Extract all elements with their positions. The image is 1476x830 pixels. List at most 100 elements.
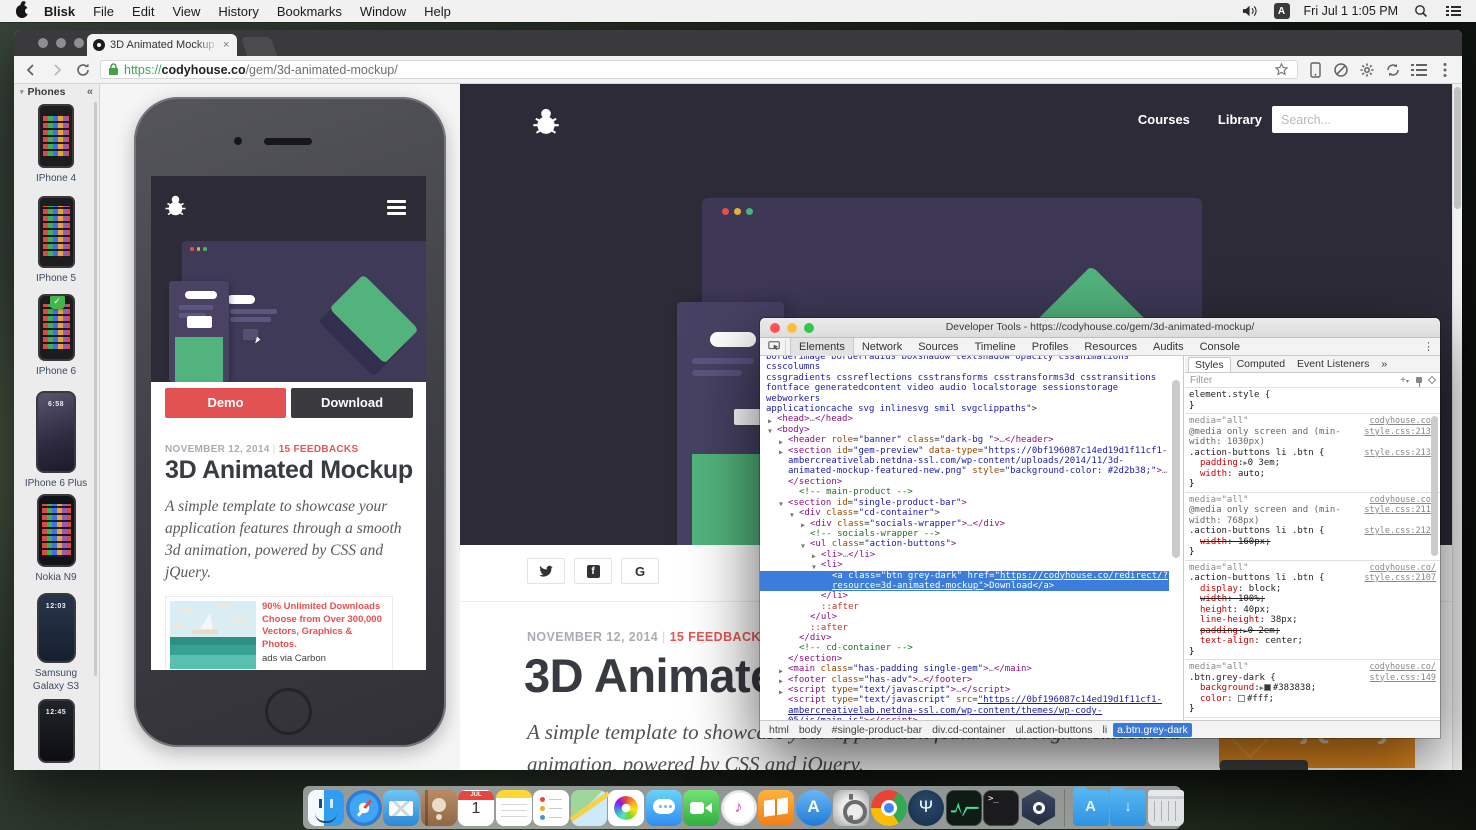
styles-filter-input[interactable]: Filter <box>1190 375 1212 386</box>
mobile-logo-bug-icon[interactable] <box>163 195 188 217</box>
device-toolbar-icon[interactable] <box>1306 61 1324 79</box>
new-tab-button[interactable] <box>241 37 277 56</box>
dock-icon-reminders[interactable] <box>533 790 569 826</box>
notification-center-icon[interactable] <box>1444 2 1462 20</box>
css-declaration[interactable]: line-height: 38px; <box>1189 615 1436 626</box>
css-declaration[interactable]: width: auto; <box>1189 469 1436 480</box>
devtools-tab-elements[interactable]: Elements <box>790 338 854 356</box>
styles-tab-styles[interactable]: Styles <box>1188 357 1231 372</box>
dock-icon-folder-downloads[interactable]: ↓ <box>1110 790 1146 826</box>
dom-line[interactable]: ▼<li> <box>760 560 1169 570</box>
devtools-tab-resources[interactable]: Resources <box>1076 338 1145 356</box>
breadcrumb-item[interactable]: html <box>765 723 793 737</box>
device-iphone-5[interactable]: IPhone 5 <box>14 196 98 285</box>
device-phone[interactable]: 12:45 <box>14 699 98 767</box>
menubar-item-help[interactable]: Help <box>424 4 451 19</box>
stylesheet-link[interactable]: style.css:2135 <box>1364 448 1436 459</box>
minimize-window-button[interactable] <box>56 38 66 48</box>
dom-line[interactable]: ▼<ul class="action-buttons"> <box>760 539 1169 549</box>
browser-tab[interactable]: 3D Animated Mockup in CS × <box>87 34 237 56</box>
back-button[interactable] <box>22 61 40 79</box>
dock-icon-blisk[interactable] <box>1021 790 1057 826</box>
devtools-tab-console[interactable]: Console <box>1192 338 1248 356</box>
tab-close-icon[interactable]: × <box>223 39 229 51</box>
dom-line[interactable]: ▼<body> <box>760 425 1169 435</box>
breadcrumb-item[interactable]: li <box>1099 723 1112 737</box>
devtools-tab-sources[interactable]: Sources <box>910 338 966 356</box>
dock-icon-chrome[interactable] <box>871 790 907 826</box>
device-thumbnail[interactable] <box>38 104 74 168</box>
css-declaration[interactable]: padding:▶0 2em; <box>1189 626 1436 637</box>
dom-line[interactable]: ▼<div class="cd-container"> <box>760 508 1169 518</box>
menubar-item-window[interactable]: Window <box>360 4 406 19</box>
dom-line[interactable]: <script type="text/javascript" src="http… <box>760 695 1169 720</box>
device-samsung-galaxy-s3[interactable]: 12:03Samsung Galaxy S3 <box>14 593 98 693</box>
stylesheet-link[interactable]: codyhouse.co/ <box>1369 495 1436 506</box>
devtools-tab-audits[interactable]: Audits <box>1145 338 1192 356</box>
dom-line[interactable]: ::after <box>760 623 1169 633</box>
list-numbered-icon[interactable] <box>1410 61 1428 79</box>
stylesheet-link[interactable]: style.css:2127 <box>1364 526 1436 537</box>
dock-icon-appstore[interactable]: A <box>796 790 832 826</box>
device-thumbnail[interactable] <box>38 196 75 268</box>
site-nav-library[interactable]: Library <box>1218 112 1262 127</box>
menubar-item-history[interactable]: History <box>218 4 258 19</box>
dock-icon-photos[interactable] <box>608 790 644 826</box>
disclosure-arrow[interactable]: ▶ <box>779 447 783 457</box>
ad-attribution[interactable]: ads via Carbon <box>262 653 390 666</box>
device-iphone-4[interactable]: IPhone 4 <box>14 104 98 185</box>
device-thumbnail[interactable] <box>37 494 76 567</box>
window-controls[interactable] <box>38 38 84 48</box>
dom-line[interactable]: ▶<footer class="has-adv">…</footer> <box>760 675 1169 685</box>
dock-icon-system-preferences[interactable] <box>833 790 869 826</box>
dom-line[interactable]: ▶<main class="has-padding single-gem">…<… <box>760 664 1169 674</box>
dock-icon-ibooks[interactable] <box>758 790 794 826</box>
dock-icon-messages[interactable] <box>646 790 682 826</box>
dom-line[interactable]: borderimage borderradius boxshadow texts… <box>760 356 1169 373</box>
dom-line[interactable]: <a class="btn grey-dark" href="https://c… <box>760 571 1169 592</box>
mobile-carbon-ad[interactable]: 90% Unlimited DownloadsChoose from Over … <box>165 596 393 670</box>
styles-tab-computed[interactable]: Computed <box>1231 357 1291 371</box>
dom-line[interactable]: <!-- main-product --> <box>760 487 1169 497</box>
color-swatch[interactable] <box>1238 695 1245 702</box>
dom-line[interactable]: <!-- socials-wrapper --> <box>760 529 1169 539</box>
css-declaration[interactable]: width: 160px; <box>1189 537 1436 548</box>
mobile-feedbacks-link[interactable]: 15 FEEDBACKS <box>279 444 359 455</box>
volume-icon[interactable] <box>1242 2 1260 20</box>
breadcrumb-item[interactable]: div.cd-container <box>928 723 1009 737</box>
social-facebook-button[interactable]: f <box>574 558 612 584</box>
menubar-item-view[interactable]: View <box>172 4 200 19</box>
dom-line[interactable]: ▶<li>…</li> <box>760 550 1169 560</box>
phones-collapse-icon[interactable]: « <box>87 86 93 98</box>
site-search-input[interactable] <box>1272 106 1408 133</box>
css-rule[interactable]: codyhouse.co/media="all"style.css:2115@m… <box>1185 493 1440 561</box>
dock-icon-facetime[interactable] <box>683 790 719 826</box>
dock-icon-maps[interactable] <box>571 790 607 826</box>
color-swatch[interactable] <box>1264 684 1271 691</box>
dock-icon-terminal[interactable]: >_ <box>983 790 1019 826</box>
stylesheet-link[interactable]: codyhouse.co/ <box>1369 416 1436 427</box>
stylesheet-link[interactable]: codyhouse.co/ <box>1369 662 1436 673</box>
dom-line[interactable]: </li> <box>760 591 1169 601</box>
device-nokia-n9[interactable]: Nokia N9 <box>14 494 98 584</box>
css-declaration[interactable]: background:▶#383838; <box>1189 683 1436 694</box>
stylesheet-link[interactable]: style.css:2107 <box>1364 573 1436 584</box>
dock-icon-contacts[interactable] <box>421 790 457 826</box>
dom-line[interactable]: ▼<section id="single-product-bar"> <box>760 498 1169 508</box>
device-thumbnail[interactable]: 6:58 <box>36 391 76 473</box>
site-logo-bug-icon[interactable] <box>530 108 562 136</box>
css-declaration[interactable]: text-align: center; <box>1189 636 1436 647</box>
dom-line[interactable]: ▶<head>…</head> <box>760 414 1169 424</box>
inspect-element-icon[interactable] <box>768 340 786 354</box>
reload-button[interactable] <box>74 61 92 79</box>
dock-icon-itunes[interactable]: ♪ <box>721 790 757 826</box>
sync-refresh-icon[interactable] <box>1384 61 1402 79</box>
dom-line[interactable]: ▶<div class="socials-wrapper">…</div> <box>760 519 1169 529</box>
mobile-menu-hamburger-icon[interactable] <box>387 200 406 218</box>
mobile-download-button[interactable]: Download <box>291 388 413 418</box>
elements-scrollbar[interactable] <box>1172 380 1180 558</box>
breadcrumb-item[interactable]: body <box>795 723 826 737</box>
forward-button[interactable] <box>48 61 66 79</box>
url-bar[interactable]: https://codyhouse.co/gem/3d-animated-moc… <box>100 60 1298 79</box>
dock-icon-mail[interactable] <box>383 790 419 826</box>
